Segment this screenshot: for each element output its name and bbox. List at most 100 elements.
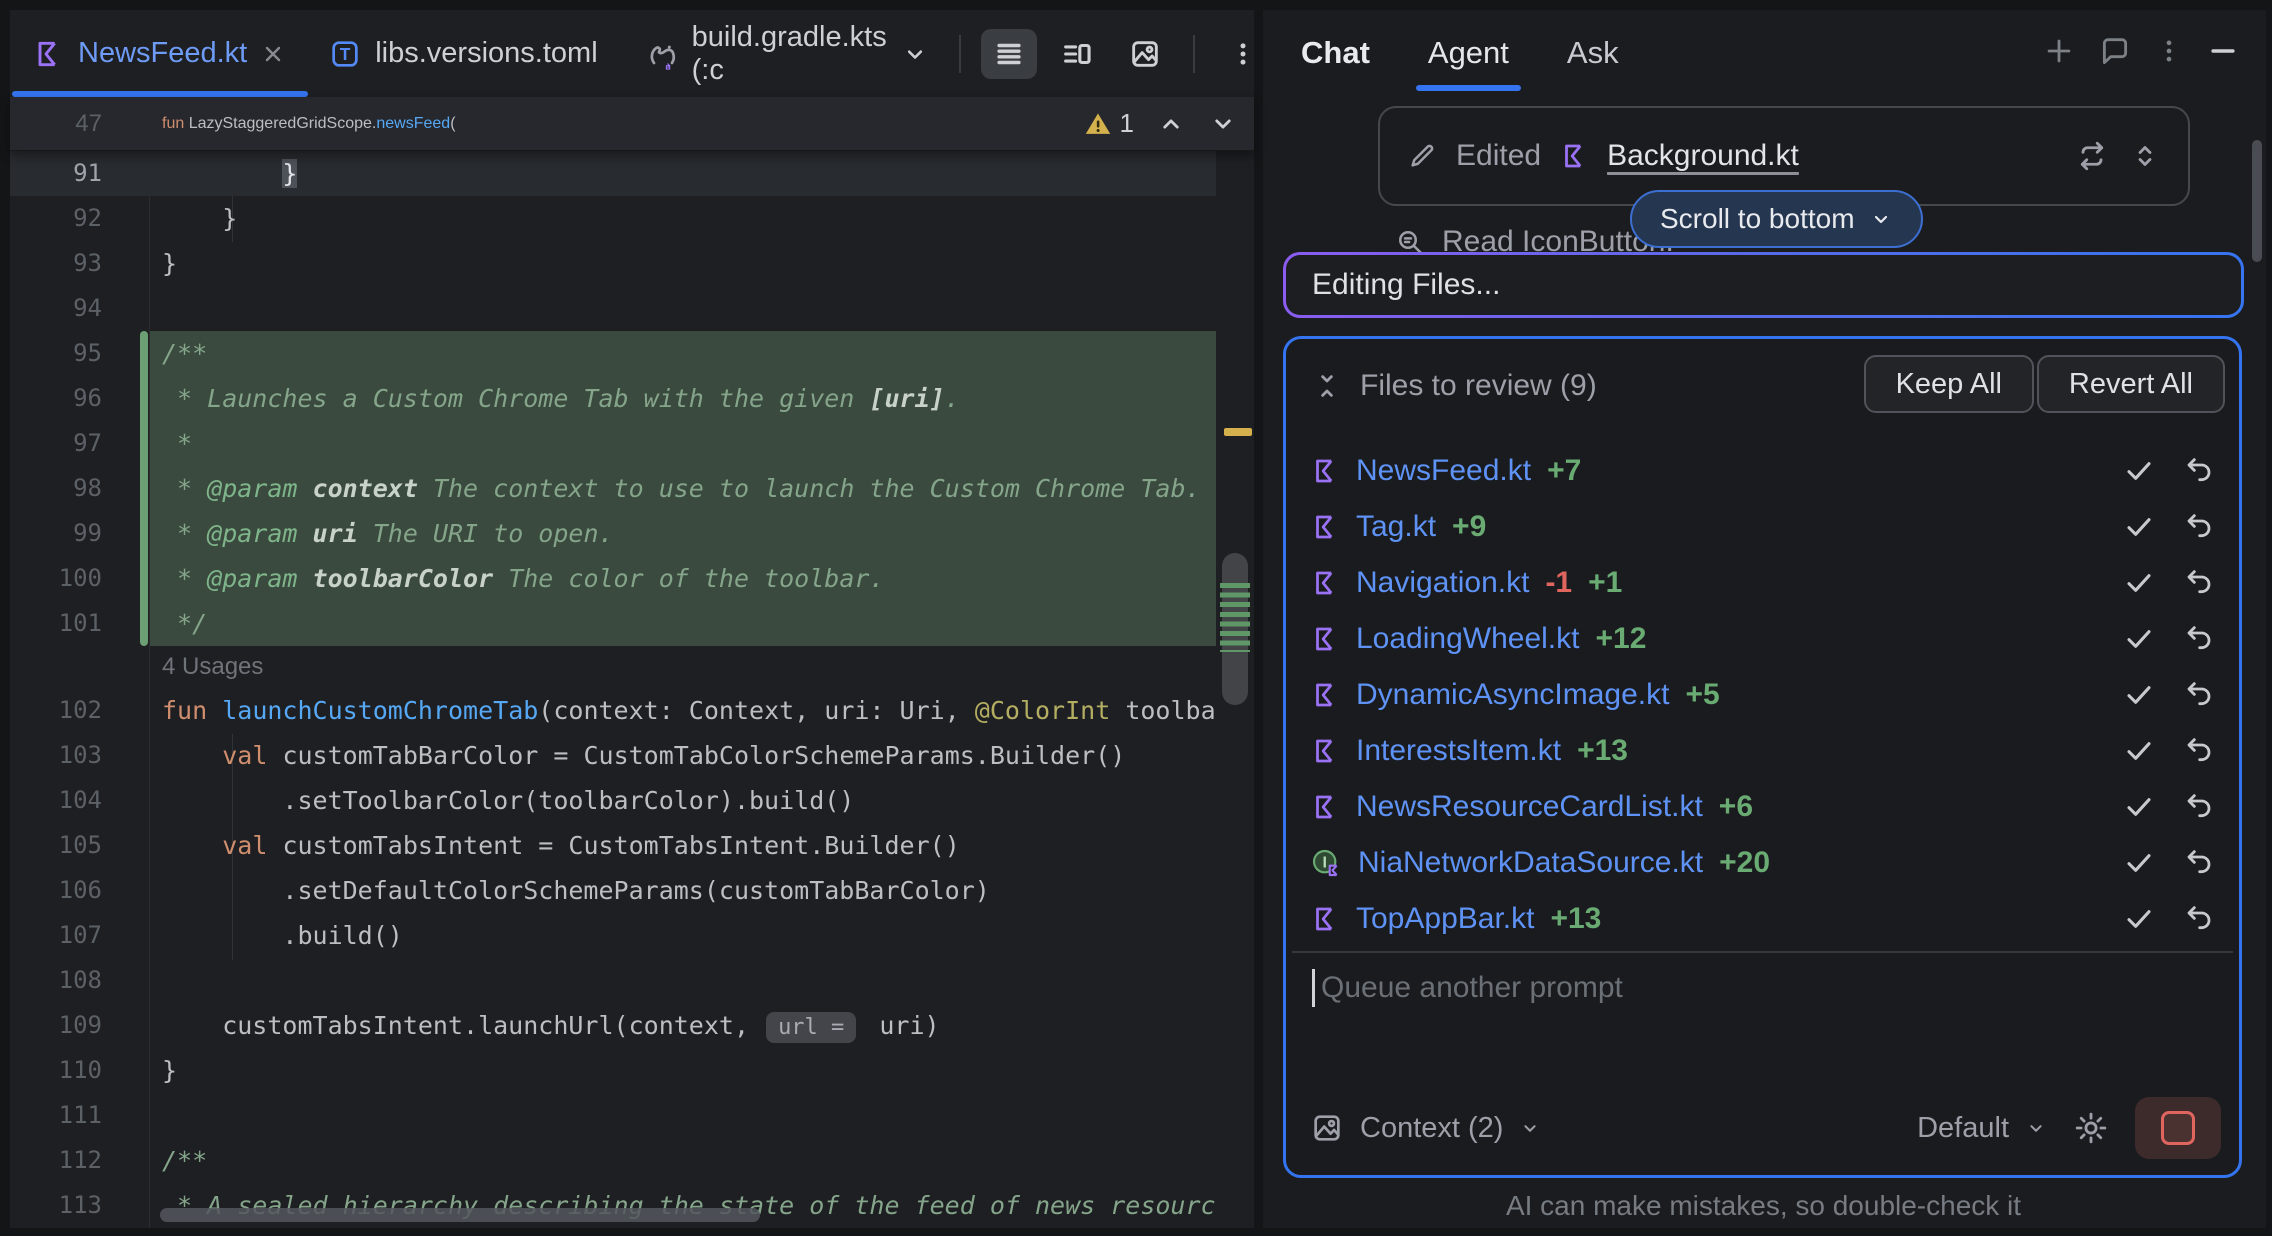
revert-file-icon[interactable] bbox=[2183, 455, 2215, 487]
file-review-row[interactable]: NewsResourceCardList.kt+6 bbox=[1286, 779, 2239, 835]
code-line[interactable]: 99 * @param uri The URI to open. bbox=[10, 511, 1254, 556]
code-line[interactable]: 94 bbox=[10, 286, 1254, 331]
keep-file-check-icon[interactable] bbox=[2123, 567, 2155, 599]
code-line[interactable]: 101 */ bbox=[10, 601, 1254, 646]
file-name-link[interactable]: NiaNetworkDataSource.kt bbox=[1358, 846, 1703, 880]
model-dropdown[interactable]: Default bbox=[1917, 1112, 2009, 1145]
close-icon[interactable] bbox=[261, 42, 285, 66]
hide-panel-icon[interactable] bbox=[2206, 34, 2240, 68]
editor-scrollbar-area[interactable] bbox=[1216, 151, 1254, 1228]
code-line[interactable]: 92 } bbox=[10, 196, 1254, 241]
code-line[interactable]: 110} bbox=[10, 1048, 1254, 1093]
file-name-link[interactable]: Tag.kt bbox=[1356, 510, 1436, 544]
show-diff-icon[interactable] bbox=[2074, 138, 2110, 174]
view-image-button[interactable] bbox=[1117, 29, 1173, 79]
file-review-row[interactable]: INiaNetworkDataSource.kt+20 bbox=[1286, 835, 2239, 891]
file-review-row[interactable]: DynamicAsyncImage.kt+5 bbox=[1286, 667, 2239, 723]
code-line[interactable]: 91 } bbox=[10, 151, 1254, 196]
tab-build-gradle-kts[interactable]: build.gradle.kts (:c bbox=[620, 10, 951, 97]
view-structure-button[interactable] bbox=[1049, 29, 1105, 79]
prompt-input[interactable]: Queue another prompt bbox=[1312, 969, 1623, 1007]
file-name-link[interactable]: DynamicAsyncImage.kt bbox=[1356, 678, 1669, 712]
tab-libs-versions-toml[interactable]: T libs.versions.toml bbox=[307, 10, 619, 97]
keep-file-check-icon[interactable] bbox=[2123, 511, 2155, 543]
code-line[interactable]: 109 customTabsIntent.launchUrl(context, … bbox=[10, 1003, 1254, 1048]
tab-agent[interactable]: Agent bbox=[1428, 35, 1509, 71]
context-dropdown[interactable]: Context (2) bbox=[1360, 1112, 1503, 1145]
attach-image-icon[interactable] bbox=[1310, 1111, 1344, 1145]
revert-file-icon[interactable] bbox=[2183, 791, 2215, 823]
keep-file-check-icon[interactable] bbox=[2123, 791, 2155, 823]
file-review-row[interactable]: TopAppBar.kt+13 bbox=[1286, 891, 2239, 947]
keep-all-button[interactable]: Keep All bbox=[1864, 355, 2034, 413]
code-line[interactable]: 98 * @param context The context to use t… bbox=[10, 466, 1254, 511]
code-token: fun bbox=[162, 696, 222, 725]
revert-file-icon[interactable] bbox=[2183, 735, 2215, 767]
code-line[interactable]: 111 bbox=[10, 1093, 1254, 1138]
keep-file-check-icon[interactable] bbox=[2123, 903, 2155, 935]
file-review-row[interactable]: NewsFeed.kt+7 bbox=[1286, 443, 2239, 499]
usages-hint[interactable]: 4 Usages bbox=[10, 646, 1254, 688]
kebab-menu-icon[interactable] bbox=[2154, 36, 2184, 66]
sticky-header-line[interactable]: 47 fun LazyStaggeredGridScope.newsFeed( … bbox=[10, 97, 1254, 151]
file-review-row[interactable]: LoadingWheel.kt+12 bbox=[1286, 611, 2239, 667]
code-line[interactable]: 103 val customTabBarColor = CustomTabCol… bbox=[10, 733, 1254, 778]
code-line[interactable]: 112/** bbox=[10, 1138, 1254, 1183]
keep-file-check-icon[interactable] bbox=[2123, 623, 2155, 655]
file-review-row[interactable]: InterestsItem.kt+13 bbox=[1286, 723, 2239, 779]
code-line[interactable]: 107 .build() bbox=[10, 913, 1254, 958]
code-line[interactable]: 97 * bbox=[10, 421, 1254, 466]
keep-file-check-icon[interactable] bbox=[2123, 455, 2155, 487]
file-name-link[interactable]: TopAppBar.kt bbox=[1356, 902, 1534, 936]
code-line[interactable]: 105 val customTabsIntent = CustomTabsInt… bbox=[10, 823, 1254, 868]
new-chat-icon[interactable] bbox=[2042, 34, 2076, 68]
code-line[interactable]: 104 .setToolbarColor(toolbarColor).build… bbox=[10, 778, 1254, 823]
tab-chat[interactable]: Chat bbox=[1301, 35, 1370, 71]
file-name-link[interactable]: LoadingWheel.kt bbox=[1356, 622, 1579, 656]
chevron-down-icon[interactable] bbox=[901, 40, 929, 68]
keep-file-check-icon[interactable] bbox=[2123, 847, 2155, 879]
view-list-button[interactable] bbox=[981, 29, 1037, 79]
revert-file-icon[interactable] bbox=[2183, 567, 2215, 599]
code-line[interactable]: 93} bbox=[10, 241, 1254, 286]
file-review-row[interactable]: Tag.kt+9 bbox=[1286, 499, 2239, 555]
revert-file-icon[interactable] bbox=[2183, 903, 2215, 935]
usages-label[interactable]: 4 Usages bbox=[150, 646, 1254, 688]
expand-step-icon[interactable] bbox=[2128, 139, 2162, 173]
keep-file-check-icon[interactable] bbox=[2123, 735, 2155, 767]
history-comment-icon[interactable] bbox=[2098, 34, 2132, 68]
editor-horizontal-scrollbar-thumb[interactable] bbox=[160, 1208, 760, 1222]
file-review-row[interactable]: Navigation.kt-1+1 bbox=[1286, 555, 2239, 611]
next-issue-icon[interactable] bbox=[1208, 109, 1238, 139]
code-line[interactable]: 108 bbox=[10, 958, 1254, 1003]
code-line[interactable]: 102fun launchCustomChromeTab(context: Co… bbox=[10, 688, 1254, 733]
warning-badge[interactable]: 1 bbox=[1084, 108, 1134, 139]
code-token: (context: Context, uri: Uri, bbox=[538, 696, 975, 725]
tab-ask[interactable]: Ask bbox=[1567, 35, 1619, 71]
code-line[interactable]: 95/** bbox=[10, 331, 1254, 376]
file-name-link[interactable]: Navigation.kt bbox=[1356, 566, 1529, 600]
code-line[interactable]: 96 * Launches a Custom Chrome Tab with t… bbox=[10, 376, 1254, 421]
line-number: 95 bbox=[10, 331, 132, 376]
prev-issue-icon[interactable] bbox=[1156, 109, 1186, 139]
collapse-icon[interactable] bbox=[1312, 371, 1342, 401]
scrollbar-warning-mark bbox=[1224, 428, 1252, 436]
file-name-link[interactable]: InterestsItem.kt bbox=[1356, 734, 1561, 768]
chat-scrollbar-thumb[interactable] bbox=[2252, 140, 2262, 262]
code-editor[interactable]: 91 }92 }93}9495/**96 * Launches a Custom… bbox=[10, 151, 1254, 1228]
code-line[interactable]: 100 * @param toolbarColor The color of t… bbox=[10, 556, 1254, 601]
file-name-link[interactable]: NewsFeed.kt bbox=[1356, 454, 1531, 488]
scroll-to-bottom-button[interactable]: Scroll to bottom bbox=[1630, 190, 1923, 248]
revert-file-icon[interactable] bbox=[2183, 679, 2215, 711]
edited-file-link[interactable]: Background.kt bbox=[1607, 139, 1799, 173]
revert-all-button[interactable]: Revert All bbox=[2037, 355, 2225, 413]
keep-file-check-icon[interactable] bbox=[2123, 679, 2155, 711]
revert-file-icon[interactable] bbox=[2183, 847, 2215, 879]
settings-gear-icon[interactable] bbox=[2073, 1110, 2109, 1146]
code-line[interactable]: 106 .setDefaultColorSchemeParams(customT… bbox=[10, 868, 1254, 913]
file-name-link[interactable]: NewsResourceCardList.kt bbox=[1356, 790, 1703, 824]
revert-file-icon[interactable] bbox=[2183, 623, 2215, 655]
stop-button[interactable] bbox=[2135, 1097, 2221, 1159]
revert-file-icon[interactable] bbox=[2183, 511, 2215, 543]
tab-newsfeed-kt[interactable]: NewsFeed.kt bbox=[10, 10, 307, 97]
